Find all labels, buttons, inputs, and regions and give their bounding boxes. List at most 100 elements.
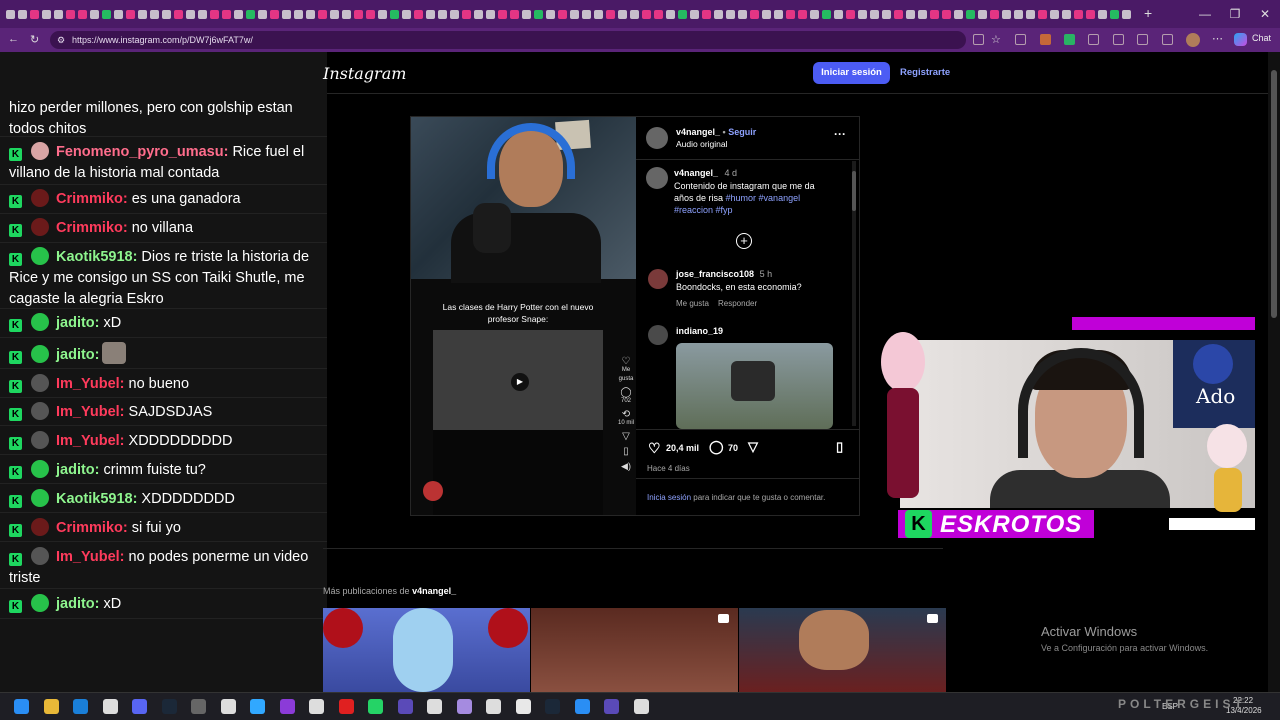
save-icon[interactable]: ▯: [616, 447, 636, 457]
share-icon[interactable]: ▽: [616, 432, 636, 442]
browser-tab[interactable]: [894, 9, 903, 19]
browser-tab[interactable]: [1026, 9, 1035, 19]
browser-tab[interactable]: [18, 9, 27, 19]
app-icon[interactable]: [191, 699, 206, 714]
browser-tab[interactable]: [786, 9, 795, 19]
grid-post[interactable]: [531, 608, 738, 692]
browser-tab[interactable]: [426, 9, 435, 19]
comment1-author[interactable]: jose_francisco108: [676, 269, 754, 279]
add-icon[interactable]: +: [736, 233, 752, 249]
browser-tab[interactable]: [978, 9, 987, 19]
new-tab-icon[interactable]: +: [1144, 5, 1152, 21]
browser-tab[interactable]: [498, 9, 507, 19]
browser-tab[interactable]: [390, 9, 399, 19]
browser-tab[interactable]: [1014, 9, 1023, 19]
browser-tab[interactable]: [450, 9, 459, 19]
caption-avatar[interactable]: [646, 167, 668, 189]
chat-username[interactable]: Im_Yubel:: [56, 404, 125, 420]
browser-tab[interactable]: [534, 9, 543, 19]
browser-tab[interactable]: [522, 9, 531, 19]
whatsapp-icon[interactable]: [368, 699, 383, 714]
browser-tab[interactable]: [414, 9, 423, 19]
chat-username[interactable]: Crimmiko:: [56, 191, 128, 207]
browser-tab[interactable]: [942, 9, 951, 19]
browser-tab[interactable]: [330, 9, 339, 19]
extension-icon[interactable]: [1088, 34, 1099, 45]
comment-icon[interactable]: ◯: [709, 439, 724, 455]
browser-tab[interactable]: [546, 9, 555, 19]
browser-tab[interactable]: [42, 9, 51, 19]
browser-tab[interactable]: [1074, 9, 1083, 19]
author-avatar[interactable]: [646, 127, 668, 149]
extension-icon[interactable]: [1113, 34, 1124, 45]
browser-tab[interactable]: [798, 9, 807, 19]
browser-tab[interactable]: [342, 9, 351, 19]
photoshop-icon[interactable]: [250, 699, 265, 714]
extension-icon[interactable]: [973, 34, 984, 45]
browser-tab[interactable]: [162, 9, 171, 19]
browser-tab[interactable]: [210, 9, 219, 19]
chat-username[interactable]: Kaotik5918:: [56, 249, 137, 265]
bookmark-star-icon[interactable]: ☆: [991, 33, 1001, 46]
volume-icon[interactable]: ◀): [616, 462, 636, 471]
post-media[interactable]: Las clases de Harry Potter con el nuevo …: [411, 117, 636, 515]
back-icon[interactable]: ←: [8, 33, 19, 45]
chat-username[interactable]: Im_Yubel:: [56, 549, 125, 565]
app-icon[interactable]: [633, 699, 649, 714]
browser-tab[interactable]: [318, 9, 327, 19]
repost-icon[interactable]: ⟲: [616, 410, 636, 420]
browser-tab[interactable]: [462, 9, 471, 19]
browser-tab[interactable]: [666, 9, 675, 19]
reload-icon[interactable]: ↻: [30, 33, 39, 46]
browser-tab[interactable]: [930, 9, 939, 19]
epic-games-icon[interactable]: [427, 699, 442, 714]
comment1-reply[interactable]: Responder: [718, 299, 757, 308]
extension-icon[interactable]: [1040, 34, 1051, 45]
comment-image[interactable]: [676, 343, 833, 429]
comment2-author[interactable]: indiano_19: [676, 326, 723, 336]
store-icon[interactable]: [102, 699, 118, 714]
browser-tab[interactable]: [1110, 9, 1119, 19]
browser-tab[interactable]: [858, 9, 867, 19]
chat-username[interactable]: Im_Yubel:: [56, 433, 125, 449]
app-icon[interactable]: [309, 699, 324, 714]
chat-username[interactable]: Crimmiko:: [56, 220, 128, 236]
start-icon[interactable]: [14, 699, 29, 714]
browser-tab[interactable]: [1086, 9, 1095, 19]
url-field[interactable]: ⚙ https://www.instagram.com/p/DW7j6wFAT7…: [50, 31, 966, 49]
browser-tab[interactable]: [954, 9, 963, 19]
browser-tab[interactable]: [846, 9, 855, 19]
browser-tab[interactable]: [558, 9, 567, 19]
chrome-icon[interactable]: [486, 699, 501, 714]
browser-tab[interactable]: [918, 9, 927, 19]
comment-avatar[interactable]: [648, 269, 668, 289]
close-icon[interactable]: ✕: [1250, 0, 1280, 28]
browser-tab[interactable]: [174, 9, 183, 19]
browser-tab[interactable]: [762, 9, 771, 19]
caption-author[interactable]: v4nangel_: [674, 168, 718, 178]
chat-username[interactable]: Fenomeno_pyro_umasu:: [56, 144, 228, 160]
reel-author-avatar[interactable]: [423, 481, 443, 501]
chat-button[interactable]: Chat: [1252, 33, 1271, 43]
steam-icon[interactable]: [161, 699, 177, 714]
favorites-icon[interactable]: [1137, 34, 1148, 45]
app-icon[interactable]: [574, 699, 590, 714]
browser-tab[interactable]: [678, 9, 687, 19]
browser-tab[interactable]: [258, 9, 267, 19]
browser-tab[interactable]: [642, 9, 651, 19]
browser-tab[interactable]: [114, 9, 123, 19]
browser-tab[interactable]: [138, 9, 147, 19]
steam-icon[interactable]: [545, 699, 560, 714]
browser-tab[interactable]: [594, 9, 603, 19]
premiere-icon[interactable]: [279, 699, 295, 714]
browser-tab[interactable]: [738, 9, 747, 19]
browser-tab[interactable]: [1050, 9, 1059, 19]
browser-tab[interactable]: [54, 9, 63, 19]
browser-tab[interactable]: [102, 9, 111, 19]
file-explorer-icon[interactable]: [43, 699, 59, 714]
browser-tab[interactable]: [834, 9, 843, 19]
browser-tab[interactable]: [906, 9, 915, 19]
browser-tab[interactable]: [990, 9, 999, 19]
chat-username[interactable]: Crimmiko:: [56, 520, 128, 536]
browser-tab[interactable]: [966, 9, 975, 19]
